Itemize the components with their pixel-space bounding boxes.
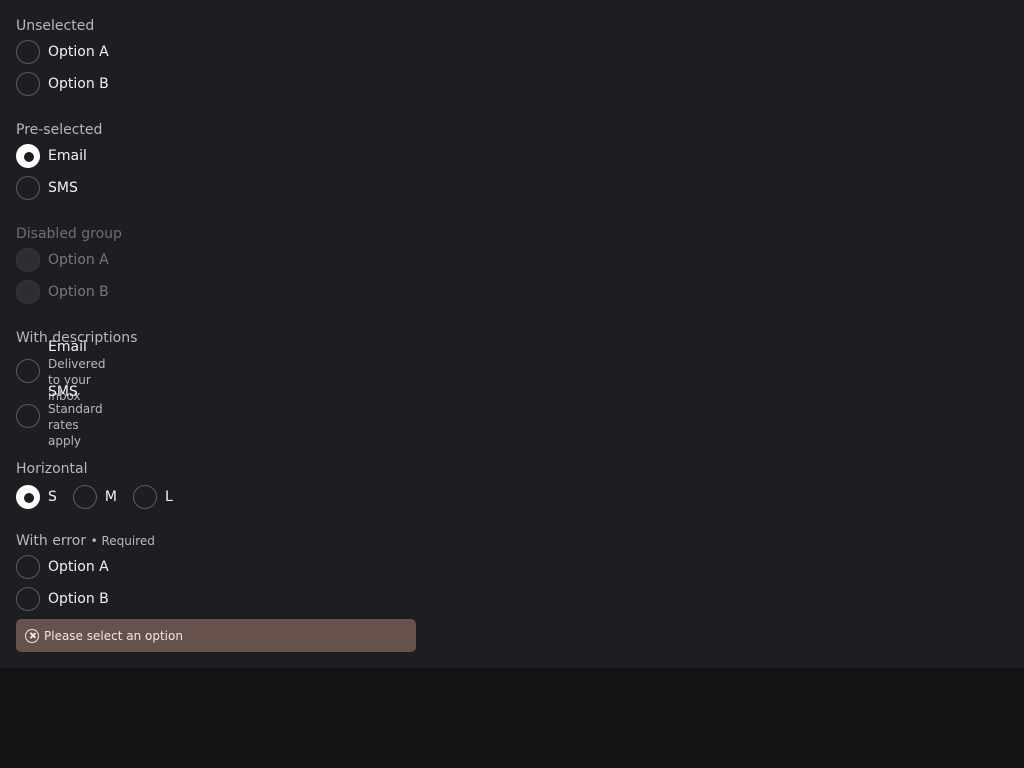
option-label: Option B — [48, 591, 109, 607]
radio-circle-checked[interactable] — [16, 144, 40, 168]
radio-option-a-disabled: Option A — [16, 248, 109, 272]
option-label: Option B — [48, 284, 109, 300]
group-label: Unselected — [16, 18, 95, 34]
group-label: Pre-selected — [16, 122, 103, 138]
option-label: SMS — [48, 384, 78, 400]
radio-option-a[interactable]: Option A — [16, 555, 109, 579]
radio-option-s[interactable]: S — [16, 485, 57, 509]
x-circle-icon — [25, 628, 39, 643]
option-label: L — [164, 489, 173, 505]
option-label: SMS — [48, 180, 78, 196]
radio-option-sms[interactable]: SMS — [16, 176, 78, 200]
radio-circle[interactable] — [16, 404, 40, 428]
option-label: Email — [48, 148, 87, 164]
option-description: Standard rates apply — [48, 402, 103, 448]
radio-option-email[interactable]: Email — [16, 144, 87, 168]
option-label: Option A — [48, 252, 109, 268]
radio-circle-disabled — [16, 280, 40, 304]
option-label: Option B — [48, 76, 109, 92]
radio-showcase-panel: Unselected Option A Option B Pre-selecte… — [0, 0, 1024, 668]
option-label: M — [104, 489, 117, 505]
error-message-banner: Please select an option — [16, 619, 416, 652]
group-label: Horizontal — [16, 461, 88, 477]
radio-circle[interactable] — [16, 359, 40, 383]
group-label-text: With error — [16, 533, 87, 549]
radio-circle[interactable] — [72, 485, 97, 509]
radio-circle[interactable] — [16, 176, 40, 200]
radio-circle-disabled — [16, 248, 40, 272]
radio-option-l[interactable]: L — [132, 485, 173, 509]
option-label: S — [48, 489, 57, 505]
radio-circle[interactable] — [16, 72, 40, 96]
radio-option-m[interactable]: M — [72, 485, 117, 509]
group-label: Disabled group — [16, 226, 122, 242]
radio-circle-checked[interactable] — [16, 485, 40, 509]
error-message-text: Please select an option — [44, 628, 183, 643]
radio-option-a[interactable]: Option A — [16, 40, 109, 64]
required-indicator: • Required — [90, 534, 155, 548]
radio-circle[interactable] — [132, 485, 157, 509]
radio-option-sms-desc[interactable]: SMS Standard rates apply — [16, 384, 103, 448]
radio-option-b[interactable]: Option B — [16, 72, 109, 96]
radio-circle[interactable] — [16, 40, 40, 64]
radio-circle[interactable] — [16, 587, 40, 611]
radio-circle[interactable] — [16, 555, 40, 579]
option-label: Email — [48, 339, 87, 355]
option-label: Option A — [48, 559, 109, 575]
group-label: With error • Required — [16, 531, 155, 551]
option-label: Option A — [48, 44, 109, 60]
radio-option-b[interactable]: Option B — [16, 587, 109, 611]
horizontal-options: S M L — [16, 485, 189, 509]
radio-option-b-disabled: Option B — [16, 280, 109, 304]
